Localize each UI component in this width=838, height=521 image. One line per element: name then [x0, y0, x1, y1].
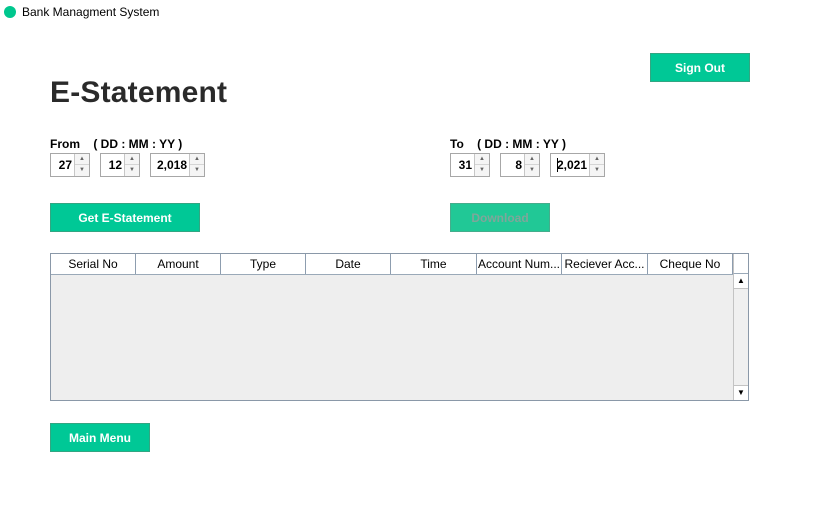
triangle-down-icon[interactable]: ▼ — [475, 165, 489, 176]
statement-table[interactable]: Serial No Amount Type Date Time Account … — [50, 253, 749, 401]
triangle-up-icon[interactable]: ▲ — [525, 154, 539, 165]
triangle-up-icon[interactable]: ▲ — [190, 154, 204, 165]
from-day-spinner[interactable]: 27 ▲ ▼ — [50, 153, 90, 177]
table-header-corner — [733, 254, 748, 274]
triangle-down-icon[interactable]: ▼ — [75, 165, 89, 176]
to-month-value[interactable]: 8 — [501, 154, 525, 176]
download-button[interactable]: Download — [450, 203, 550, 232]
from-month-spinner[interactable]: 12 ▲ ▼ — [100, 153, 140, 177]
from-month-value[interactable]: 12 — [101, 154, 125, 176]
window-title: Bank Managment System — [22, 5, 160, 19]
triangle-down-icon[interactable]: ▼ — [190, 165, 204, 176]
to-month-spinner[interactable]: 8 ▲ ▼ — [500, 153, 540, 177]
triangle-down-icon[interactable]: ▼ — [590, 165, 604, 176]
from-date-label: From ( DD : MM : YY ) — [50, 137, 183, 151]
triangle-up-icon[interactable]: ▲ — [475, 154, 489, 165]
triangle-up-icon[interactable]: ▲ — [125, 154, 139, 165]
app-icon — [4, 6, 16, 18]
sign-out-button[interactable]: Sign Out — [650, 53, 750, 82]
from-year-spinner[interactable]: 2,018 ▲ ▼ — [150, 153, 205, 177]
from-year-value[interactable]: 2,018 — [151, 154, 190, 176]
triangle-up-icon[interactable]: ▲ — [75, 154, 89, 165]
triangle-down-icon[interactable]: ▼ — [525, 165, 539, 176]
column-header-account-number[interactable]: Account Num... — [477, 254, 562, 274]
main-menu-button[interactable]: Main Menu — [50, 423, 150, 452]
vertical-scrollbar[interactable]: ▲ ▼ — [733, 274, 748, 400]
column-header-cheque-no[interactable]: Cheque No — [648, 254, 733, 274]
page-title: E-Statement — [50, 76, 228, 109]
to-day-spinner[interactable]: 31 ▲ ▼ — [450, 153, 490, 177]
column-header-date[interactable]: Date — [306, 254, 391, 274]
column-header-amount[interactable]: Amount — [136, 254, 221, 274]
triangle-down-icon[interactable]: ▼ — [125, 165, 139, 176]
column-header-type[interactable]: Type — [221, 254, 306, 274]
to-year-spinner[interactable]: 2,021 ▲ ▼ — [550, 153, 605, 177]
table-header: Serial No Amount Type Date Time Account … — [51, 254, 733, 275]
triangle-up-icon[interactable]: ▲ — [590, 154, 604, 165]
scroll-down-arrow-icon[interactable]: ▼ — [734, 385, 748, 400]
scroll-up-arrow-icon[interactable]: ▲ — [734, 274, 748, 289]
title-bar: Bank Managment System — [0, 0, 838, 24]
column-header-receiver-account[interactable]: Reciever Acc... — [562, 254, 648, 274]
column-header-serial-no[interactable]: Serial No — [51, 254, 136, 274]
to-day-value[interactable]: 31 — [451, 154, 475, 176]
text-caret — [557, 158, 558, 172]
from-day-value[interactable]: 27 — [51, 154, 75, 176]
column-header-time[interactable]: Time — [391, 254, 477, 274]
get-e-statement-button[interactable]: Get E-Statement — [50, 203, 200, 232]
to-date-label: To ( DD : MM : YY ) — [450, 137, 566, 151]
